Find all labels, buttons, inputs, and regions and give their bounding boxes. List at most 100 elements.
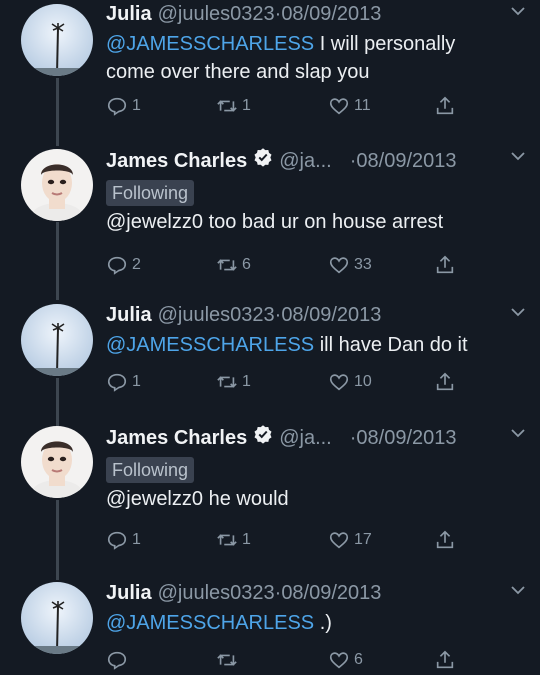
author-name[interactable]: Julia: [106, 581, 152, 605]
author-name[interactable]: James Charles: [106, 426, 247, 450]
reply-icon: [107, 531, 127, 550]
chevron-down-icon[interactable]: [510, 426, 526, 440]
separator-dot: ·: [349, 427, 357, 449]
tweet-date[interactable]: 08/09/2013: [281, 581, 381, 605]
share-button[interactable]: [434, 94, 460, 118]
chevron-down-icon[interactable]: [510, 583, 526, 597]
reply-icon: [107, 651, 127, 670]
retweet-icon: [217, 100, 237, 112]
tweet-date[interactable]: 08/09/2013: [356, 426, 456, 450]
retweet-icon: [217, 654, 237, 666]
author-handle[interactable]: @ja...: [279, 149, 332, 173]
separator-dot: ·: [349, 150, 357, 172]
share-icon: [436, 530, 454, 549]
retweet-count: 1: [242, 373, 251, 390]
like-count: 17: [354, 531, 372, 548]
like-count: 10: [354, 373, 372, 390]
retweet-count: 1: [242, 97, 251, 114]
avatar[interactable]: [21, 4, 93, 76]
retweet-button[interactable]: 1: [216, 528, 251, 552]
author-handle[interactable]: @juules0323: [158, 581, 275, 605]
like-button[interactable]: 17: [328, 528, 372, 552]
heart-icon: [329, 652, 349, 669]
reply-count: 1: [132, 373, 141, 390]
like-count: 11: [354, 97, 371, 114]
retweet-button[interactable]: [216, 648, 242, 672]
share-button[interactable]: [434, 253, 460, 277]
heart-icon: [329, 532, 349, 549]
reply-button[interactable]: 1: [106, 528, 141, 552]
tweet[interactable]: Julia @juules0323 · 08/09/2013 @JAMESSCH…: [0, 300, 540, 420]
tweet-date[interactable]: 08/09/2013: [356, 149, 456, 173]
chevron-down-icon[interactable]: [510, 305, 526, 319]
tweet-text: @JAMESSCHARLESS ill have Dan do it: [106, 334, 468, 356]
retweet-icon: [217, 376, 237, 388]
tweet-date[interactable]: 08/09/2013: [281, 2, 381, 26]
author-handle[interactable]: @ja...: [279, 426, 332, 450]
share-icon: [436, 96, 454, 115]
tweet-text: @jewelzz0 too bad ur on house arrest: [106, 211, 444, 233]
reply-button[interactable]: 2: [106, 253, 141, 277]
tweet-actions: 1 1 11: [106, 94, 526, 118]
mention-link[interactable]: @JAMESSCHARLESS: [106, 33, 314, 55]
tweet[interactable]: James Charles @ja... · 08/09/2013 Follow…: [0, 145, 540, 295]
author-name[interactable]: Julia: [106, 2, 152, 26]
avatar[interactable]: [21, 582, 93, 654]
share-button[interactable]: [434, 648, 460, 672]
author-name[interactable]: Julia: [106, 303, 152, 327]
tweet-actions: 2 6 33: [106, 253, 526, 277]
tweet-actions: 1 1 10: [106, 370, 526, 394]
author-handle[interactable]: @juules0323: [158, 303, 275, 327]
retweet-count: 1: [242, 531, 251, 548]
reply-count: 1: [132, 97, 141, 114]
share-button[interactable]: [434, 528, 460, 552]
like-button[interactable]: 33: [328, 253, 372, 277]
like-button[interactable]: 10: [328, 370, 372, 394]
tweet-text: @JAMESSCHARLESS .): [106, 612, 332, 634]
tweet-thread: Julia @juules0323 · 08/09/2013 @JAMESSCH…: [0, 0, 540, 675]
tweet-actions: 1 1 17: [106, 528, 526, 552]
separator-dot: ·: [274, 304, 282, 326]
avatar[interactable]: [21, 304, 93, 376]
mention-link[interactable]: @jewelzz0: [106, 211, 203, 233]
reply-button[interactable]: 1: [106, 94, 141, 118]
reply-button[interactable]: [106, 648, 132, 672]
avatar[interactable]: [21, 149, 93, 221]
mention-link[interactable]: @JAMESSCHARLESS: [106, 334, 314, 356]
tweet-date[interactable]: 08/09/2013: [281, 303, 381, 327]
retweet-count: 6: [242, 256, 251, 273]
like-count: 33: [354, 256, 372, 273]
retweet-icon: [217, 259, 237, 271]
author-name[interactable]: James Charles: [106, 149, 247, 173]
retweet-icon: [217, 534, 237, 546]
chevron-down-icon[interactable]: [510, 149, 526, 163]
tweet[interactable]: Julia @juules0323 · 08/09/2013 @JAMESSCH…: [0, 0, 540, 140]
tweet-actions: 6: [106, 648, 526, 672]
retweet-button[interactable]: 1: [216, 370, 251, 394]
verified-badge-icon: [254, 148, 272, 167]
verified-badge-icon: [254, 425, 272, 444]
like-button[interactable]: 11: [328, 94, 371, 118]
like-count: 6: [354, 651, 363, 668]
share-icon: [436, 372, 454, 391]
separator-dot: ·: [274, 582, 282, 604]
tweet[interactable]: Julia @juules0323 · 08/09/2013 @JAMESSCH…: [0, 578, 540, 675]
tweet[interactable]: James Charles @ja... · 08/09/2013 Follow…: [0, 422, 540, 572]
tweet-text: @jewelzz0 he would: [106, 488, 289, 510]
like-button[interactable]: 6: [328, 648, 363, 672]
reply-icon: [107, 256, 127, 275]
reply-count: 2: [132, 256, 141, 273]
mention-link[interactable]: @JAMESSCHARLESS: [106, 612, 314, 634]
heart-icon: [329, 374, 349, 391]
reply-button[interactable]: 1: [106, 370, 141, 394]
chevron-down-icon[interactable]: [510, 4, 526, 18]
retweet-button[interactable]: 1: [216, 94, 251, 118]
share-button[interactable]: [434, 370, 460, 394]
avatar[interactable]: [21, 426, 93, 498]
tweet-text: @JAMESSCHARLESS I will personally come o…: [106, 33, 456, 83]
following-badge: Following: [106, 180, 195, 206]
reply-icon: [107, 97, 127, 116]
mention-link[interactable]: @jewelzz0: [106, 488, 203, 510]
author-handle[interactable]: @juules0323: [158, 2, 275, 26]
retweet-button[interactable]: 6: [216, 253, 251, 277]
